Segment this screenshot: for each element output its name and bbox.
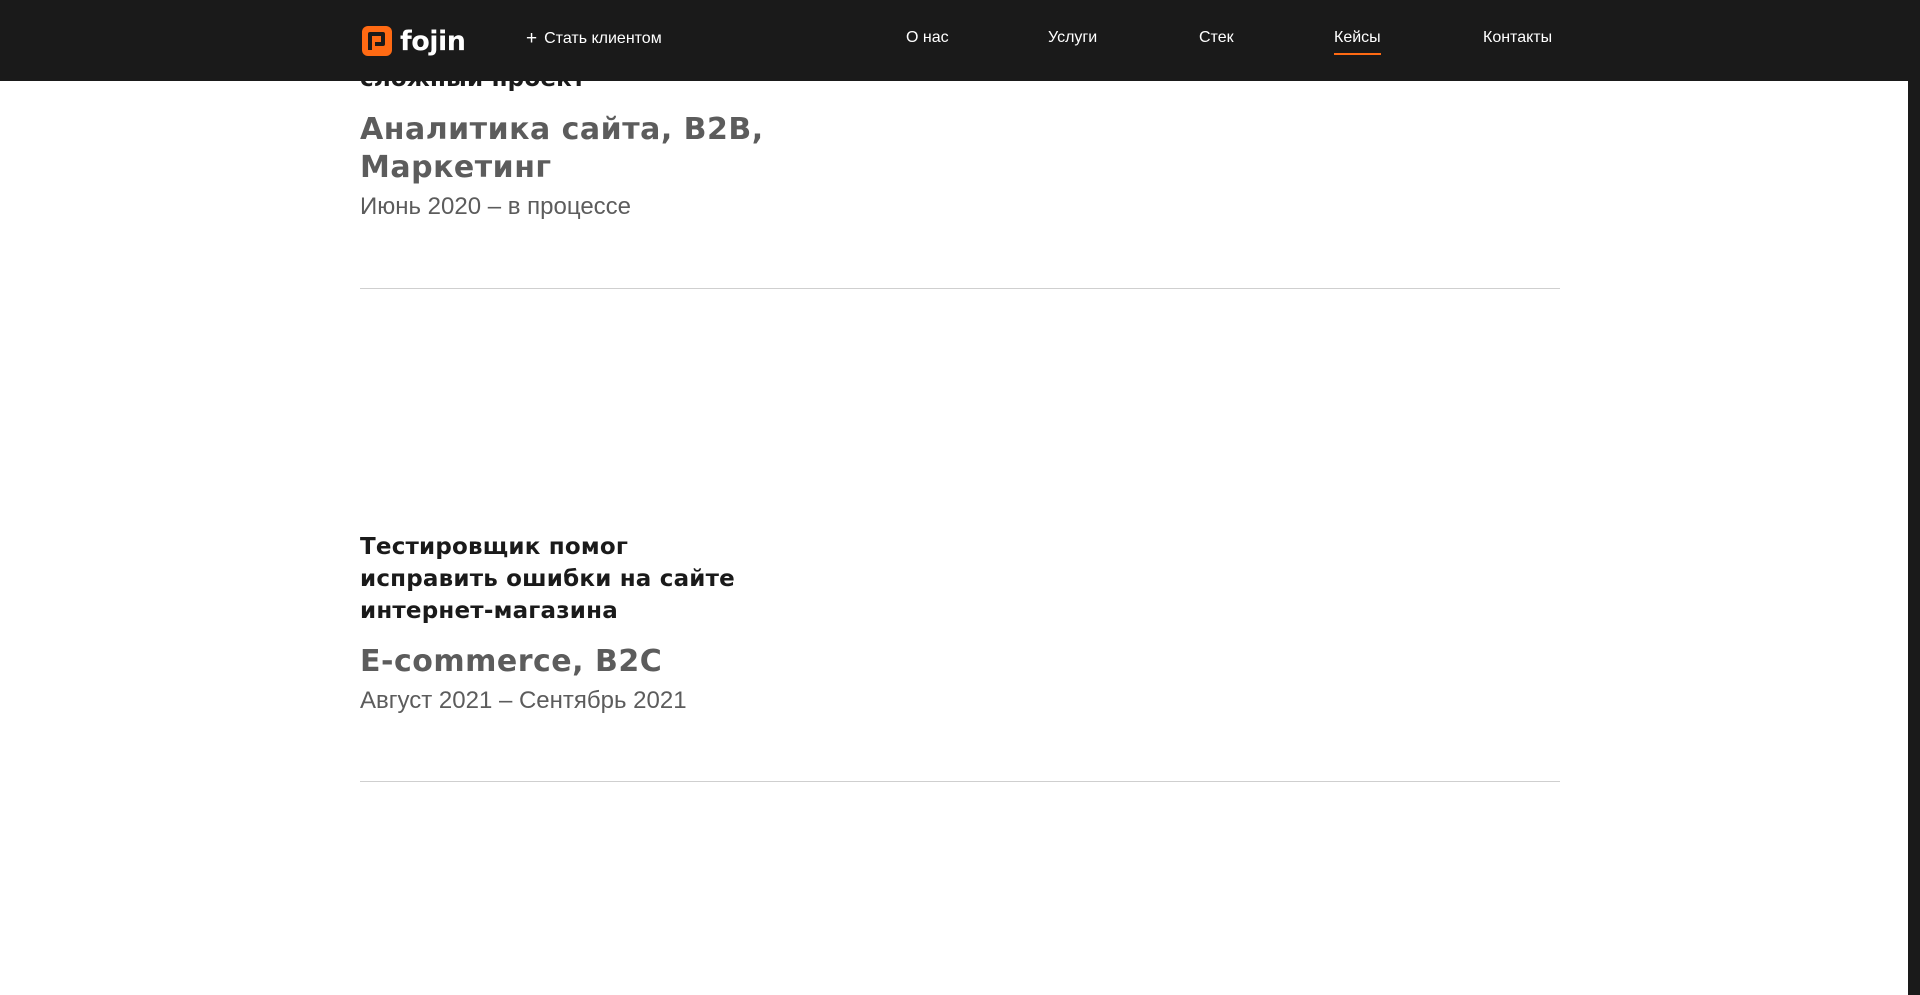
plus-icon: +: [526, 28, 538, 49]
nav-item-about[interactable]: О нас: [906, 29, 949, 47]
case-tags: Аналитика сайта, B2B, Маркетинг: [360, 112, 764, 185]
case-title[interactable]: Тестировщик помог исправить ошибки на са…: [360, 531, 740, 627]
logo-icon: [362, 26, 392, 56]
become-client-button[interactable]: + Стать клиентом: [526, 29, 662, 48]
scrollbar-track[interactable]: [1908, 0, 1920, 995]
case-divider: [360, 781, 1560, 782]
cases-list: сложный проект Аналитика сайта, B2B, Мар…: [360, 0, 1560, 995]
case-dates: Июнь 2020 – в процессе: [360, 193, 632, 220]
become-client-label: Стать клиентом: [544, 29, 662, 47]
case-divider: [360, 288, 1560, 289]
logo-text: fojin: [400, 25, 466, 57]
nav-item-cases[interactable]: Кейсы: [1334, 29, 1381, 55]
nav-item-services[interactable]: Услуги: [1048, 29, 1097, 47]
page: сложный проект Аналитика сайта, B2B, Мар…: [0, 0, 1920, 995]
nav-item-contacts[interactable]: Контакты: [1483, 29, 1552, 47]
logo[interactable]: fojin: [362, 24, 466, 58]
case-dates: Август 2021 – Сентябрь 2021: [360, 687, 687, 714]
case-tags: E-commerce, B2C: [360, 644, 663, 679]
site-header: fojin + Стать клиентом О нас Услуги Стек…: [0, 0, 1920, 81]
nav-item-stack[interactable]: Стек: [1199, 29, 1234, 47]
